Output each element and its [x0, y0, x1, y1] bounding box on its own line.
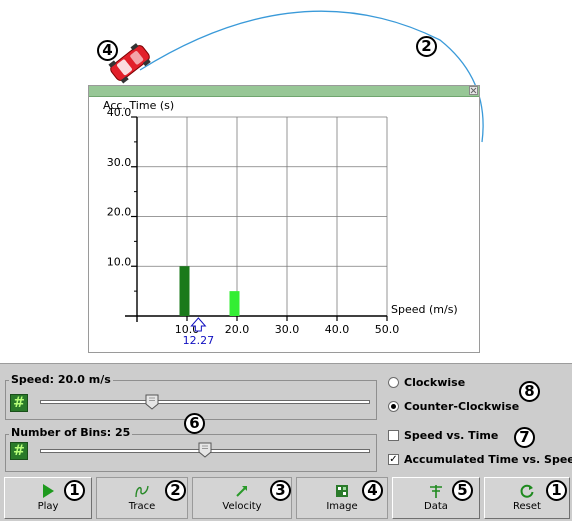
data-label: Data: [424, 501, 448, 512]
callout-reset: 1: [546, 480, 567, 501]
callout-image: 4: [362, 480, 383, 501]
radio-counter-clockwise-indicator[interactable]: [388, 401, 399, 412]
reset-icon: [520, 484, 534, 498]
checkbox-accumulated-time[interactable]: ✓ Accumulated Time vs. Speed: [388, 453, 572, 466]
image-label: Image: [326, 501, 358, 512]
radio-counter-clockwise-label: Counter-Clockwise: [404, 400, 520, 413]
y-axis-title: Acc. Time (s): [103, 99, 174, 112]
checkbox-speed-vs-time-box[interactable]: [388, 430, 399, 441]
callout-data: 5: [452, 480, 473, 501]
radio-clockwise-indicator[interactable]: [388, 377, 399, 388]
checkbox-speed-vs-time-label: Speed vs. Time: [404, 429, 499, 442]
y-tick-label: 10.0: [107, 255, 132, 268]
callout-velocity: 3: [270, 480, 291, 501]
histogram-bar: [229, 291, 240, 316]
control-panel: Speed: 20.0 m/s # Number of Bins: 25 # 6…: [0, 363, 572, 476]
trace-icon: [135, 485, 149, 498]
histogram-chart: 10.020.030.040.010.0 20.0 30.0 40.0 50.0Acc.…: [103, 99, 458, 347]
bins-label: Number of Bins: 25: [9, 426, 133, 439]
callout-play: 1: [64, 480, 85, 501]
radio-clockwise-label: Clockwise: [404, 376, 466, 389]
close-icon[interactable]: [469, 86, 478, 95]
x-tick-label: 40.0: [325, 323, 350, 336]
callout-arc: 2: [416, 36, 437, 57]
velocity-label: Velocity: [222, 501, 262, 512]
bins-slider-thumb[interactable]: [198, 442, 212, 458]
x-tick-label: 30.0: [275, 323, 300, 336]
velocity-arrow-icon: [236, 486, 247, 497]
radio-clockwise[interactable]: Clockwise: [388, 376, 465, 389]
histogram-bar: [179, 266, 190, 316]
bottom-toolbar: Play Trace Velocity Image Data Reset 1 2…: [0, 475, 572, 521]
speed-slider-track[interactable]: [40, 400, 370, 404]
bins-value-button[interactable]: #: [10, 442, 28, 460]
reset-label: Reset: [513, 501, 541, 512]
checkbox-accumulated-time-box[interactable]: ✓: [388, 454, 399, 465]
x-tick-label: 50.0: [375, 323, 400, 336]
checkbox-accumulated-time-label: Accumulated Time vs. Speed: [404, 453, 572, 466]
speed-value-button[interactable]: #: [10, 394, 28, 412]
speed-slider-thumb[interactable]: [145, 394, 159, 410]
trace-label: Trace: [128, 501, 156, 512]
callout-plots: 7: [514, 427, 535, 448]
radio-counter-clockwise[interactable]: Counter-Clockwise: [388, 400, 519, 413]
callout-car: 4: [97, 40, 118, 61]
x-axis-title: Speed (m/s): [391, 303, 458, 316]
histogram-window: 10.0 20.0 30.0 40.0 10.0 20.0 30.0 40.0 50.0 Acc.…: [88, 85, 480, 353]
play-icon: [43, 484, 54, 498]
callout-direction: 8: [519, 381, 540, 402]
y-tick-label: 30.0: [107, 156, 132, 169]
callout-trace: 2: [165, 480, 186, 501]
speed-label: Speed: 20.0 m/s: [9, 373, 113, 386]
checkbox-speed-vs-time[interactable]: Speed vs. Time: [388, 429, 498, 442]
callout-bins: 6: [184, 413, 205, 434]
data-icon: [430, 485, 442, 498]
x-tick-label: 20.0: [225, 323, 250, 336]
y-tick-label: 20.0: [107, 206, 132, 219]
play-label: Play: [37, 501, 59, 512]
bins-group: [5, 434, 377, 472]
speed-marker-label: 12.27: [183, 334, 215, 347]
image-icon: [336, 485, 348, 497]
